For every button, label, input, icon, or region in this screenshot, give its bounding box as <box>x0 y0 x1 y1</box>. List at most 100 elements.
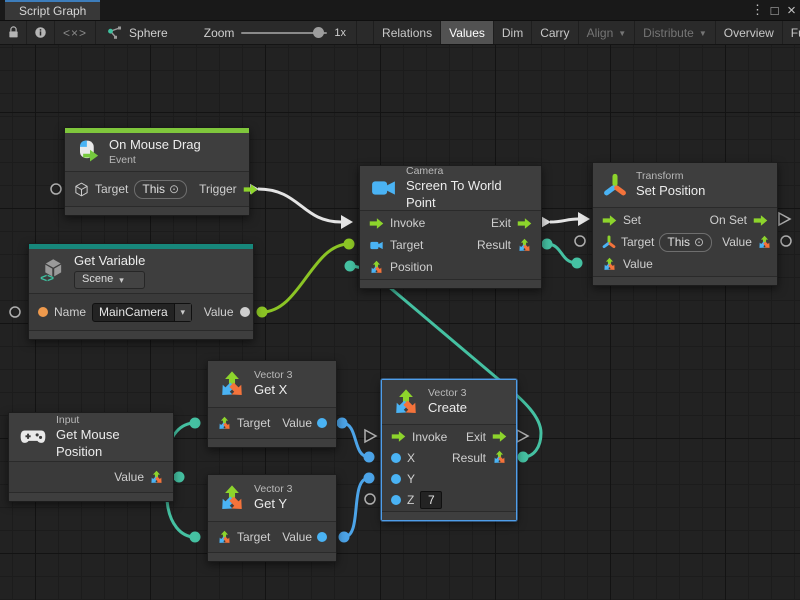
port-on-set-label: On Set <box>710 213 747 227</box>
port-target-label: Target <box>390 238 423 252</box>
camera-port-icon[interactable] <box>369 239 384 252</box>
zoom-label: Zoom <box>204 26 235 40</box>
vector3-port-icon[interactable] <box>217 530 232 545</box>
zoom-value: 1x <box>334 27 346 39</box>
window-controls <box>749 0 800 20</box>
port-target-label: Target <box>621 235 654 249</box>
node-title: Get X <box>254 382 293 398</box>
flow-arrow-icon[interactable] <box>753 213 768 228</box>
graph-toolbar: <×> Sphere Zoom 1x Relations Values Dim … <box>0 20 800 45</box>
vector3-port-icon[interactable] <box>757 235 772 250</box>
vector3-port-icon[interactable] <box>369 260 384 275</box>
node-get-y[interactable]: Vector 3 Get Y Target Value <box>207 474 337 562</box>
menu-kebab-icon[interactable] <box>749 0 766 20</box>
object-picker-icon[interactable] <box>694 235 704 249</box>
port-exit-label: Exit <box>466 430 486 444</box>
chevron-down-icon: ▼ <box>618 29 626 38</box>
node-subtitle: Event <box>109 154 201 167</box>
flow-arrow-icon[interactable] <box>602 213 617 228</box>
vector3-port-icon[interactable] <box>492 450 507 465</box>
tab-script-graph[interactable]: Script Graph <box>5 0 100 20</box>
port-x-input[interactable] <box>391 453 401 463</box>
port-value-output[interactable] <box>317 418 327 428</box>
node-footer <box>360 279 541 288</box>
vector3-port-icon[interactable] <box>602 257 617 272</box>
gameobject-cube-icon <box>74 182 89 197</box>
flow-arrow-icon[interactable] <box>243 182 258 197</box>
vector3-port-icon[interactable] <box>517 238 532 253</box>
node-title: Get Variable <box>74 253 145 269</box>
node-set-position[interactable]: Transform Set Position Set On Set Target… <box>592 162 778 286</box>
node-title: Set Position <box>636 183 705 199</box>
full-screen-button[interactable]: Full Screen <box>783 21 800 44</box>
port-target-label: Target <box>95 182 128 196</box>
tab-label: Script Graph <box>19 4 86 18</box>
zoom-slider-handle[interactable] <box>313 27 324 38</box>
node-footer <box>208 552 336 561</box>
port-value-output[interactable] <box>317 532 327 542</box>
align-label: Align <box>587 26 614 40</box>
port-trigger-label: Trigger <box>199 182 237 196</box>
code-icon: <×> <box>63 26 87 40</box>
align-button[interactable]: Align ▼ <box>579 21 636 44</box>
port-exit-label: Exit <box>491 216 511 230</box>
vector3-port-icon[interactable] <box>149 470 164 485</box>
node-on-mouse-drag[interactable]: On Mouse Drag Event Target This Trigger <box>64 127 250 216</box>
values-button[interactable]: Values <box>441 21 494 44</box>
variable-scope-dropdown[interactable]: Scene <box>74 271 145 289</box>
node-title: On Mouse Drag <box>109 137 201 153</box>
flow-arrow-icon[interactable] <box>391 429 406 444</box>
node-get-mouse-position[interactable]: Input Get Mouse Position Value <box>8 412 174 502</box>
port-position-label: Position <box>390 260 433 274</box>
port-name-label: Name <box>54 305 86 319</box>
port-value-label: Value <box>282 530 312 544</box>
flow-arrow-icon[interactable] <box>517 216 532 231</box>
node-category: Transform <box>636 170 705 183</box>
variable-name-value: MainCamera <box>93 304 174 321</box>
z-value-field[interactable]: 7 <box>420 491 442 509</box>
transform-port-icon[interactable] <box>602 235 616 249</box>
carry-button[interactable]: Carry <box>532 21 578 44</box>
maximize-icon[interactable] <box>766 0 783 20</box>
node-category: Vector 3 <box>254 483 293 496</box>
port-y-input[interactable] <box>391 474 401 484</box>
port-target-label: Target <box>237 416 270 430</box>
this-value: This <box>667 235 690 249</box>
lock-icon <box>6 25 21 40</box>
flow-arrow-icon[interactable] <box>369 216 384 231</box>
values-label: Values <box>449 26 485 40</box>
node-create-vector3[interactable]: Vector 3 Create Invoke Exit X Result Y Z… <box>381 379 517 521</box>
port-value-in-label: Value <box>623 257 653 271</box>
info-button[interactable] <box>27 21 55 44</box>
distribute-button[interactable]: Distribute▼ <box>635 21 716 44</box>
object-picker-icon[interactable] <box>169 182 179 196</box>
port-value-output[interactable] <box>240 307 250 317</box>
variable-name-dropdown-button[interactable] <box>174 304 191 321</box>
flow-arrow-icon[interactable] <box>492 429 507 444</box>
port-result-label: Result <box>452 451 486 465</box>
zoom-slider[interactable] <box>241 32 327 34</box>
port-z-input[interactable] <box>391 495 401 505</box>
close-icon[interactable] <box>783 0 800 20</box>
vector3-port-icon[interactable] <box>217 416 232 431</box>
node-get-x[interactable]: Vector 3 Get X Target Value <box>207 360 337 448</box>
target-this-field[interactable]: This <box>659 233 712 252</box>
target-this-field[interactable]: This <box>134 180 187 199</box>
node-footer <box>9 492 173 501</box>
overview-button[interactable]: Overview <box>716 21 783 44</box>
vector3-icon <box>218 484 246 513</box>
variable-name-field[interactable]: MainCamera <box>92 303 192 322</box>
node-screen-to-world-point[interactable]: Camera Screen To World Point Invoke Exit… <box>359 165 542 289</box>
code-preview-button[interactable]: <×> <box>55 21 96 44</box>
node-get-variable[interactable]: Get Variable Scene Name MainCamera Value <box>28 243 254 340</box>
dim-button[interactable]: Dim <box>494 21 532 44</box>
relations-button[interactable]: Relations <box>373 21 441 44</box>
port-name-input[interactable] <box>38 307 48 317</box>
node-footer <box>65 206 249 215</box>
lock-button[interactable] <box>0 21 27 44</box>
node-footer <box>208 438 336 447</box>
tab-bar: Script Graph <box>0 0 800 20</box>
port-result-label: Result <box>477 238 511 252</box>
port-value-label: Value <box>204 305 234 319</box>
toolbar-spacer <box>357 21 373 44</box>
